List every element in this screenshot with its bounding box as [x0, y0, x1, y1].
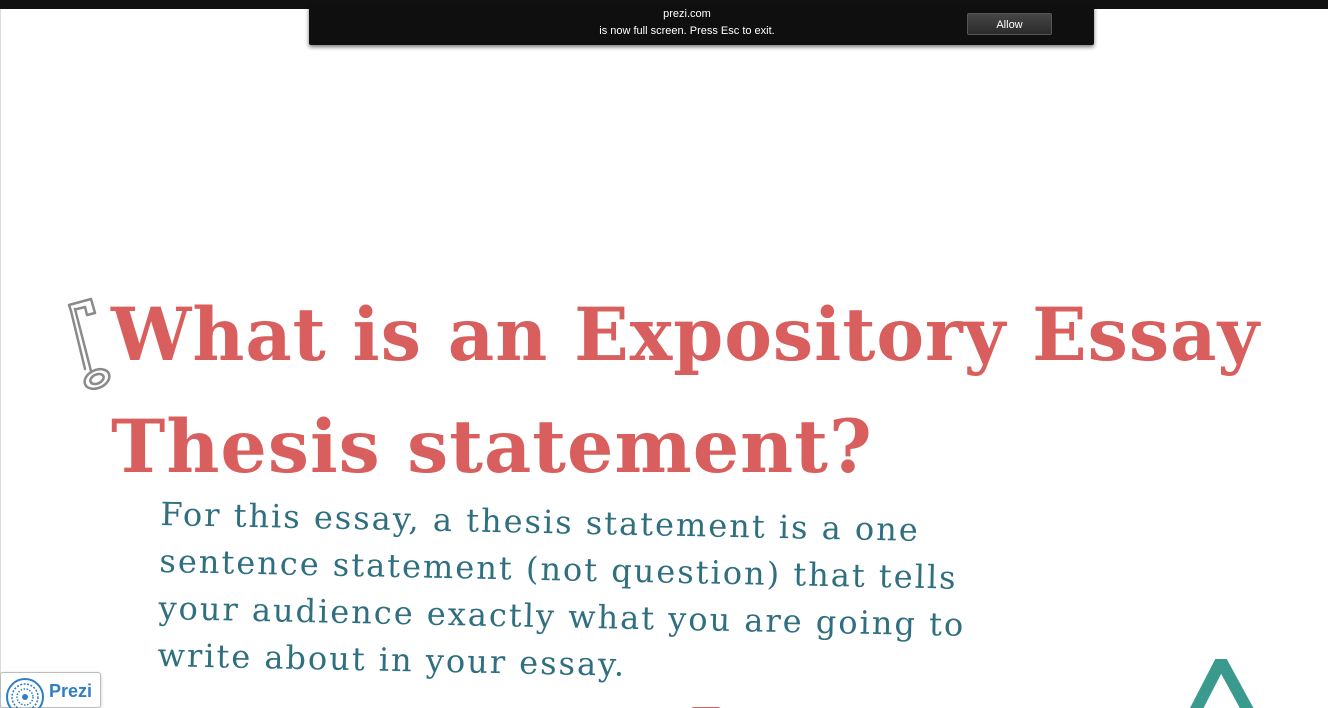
prezi-badge[interactable]: Prezi [0, 672, 101, 708]
allow-button[interactable]: Allow [967, 13, 1052, 35]
prezi-logo-icon [6, 678, 44, 708]
slide-title-line-2: Thesis statement? [111, 404, 873, 490]
slide-body-text: For this essay, a thesis statement is a … [157, 494, 966, 684]
fullscreen-message: is now full screen. Press Esc to exit. [599, 25, 775, 37]
prezi-slide-canvas[interactable]: What is an Expository Essay Thesis state… [0, 9, 1328, 708]
slide-title-line-1: What is an Expository Essay [111, 292, 1261, 378]
triangle-shape [1190, 659, 1254, 708]
prezi-label: Prezi [49, 681, 93, 701]
fullscreen-domain: prezi.com [663, 8, 711, 20]
fullscreen-notice: prezi.com is now full screen. Press Esc … [309, 4, 1094, 45]
